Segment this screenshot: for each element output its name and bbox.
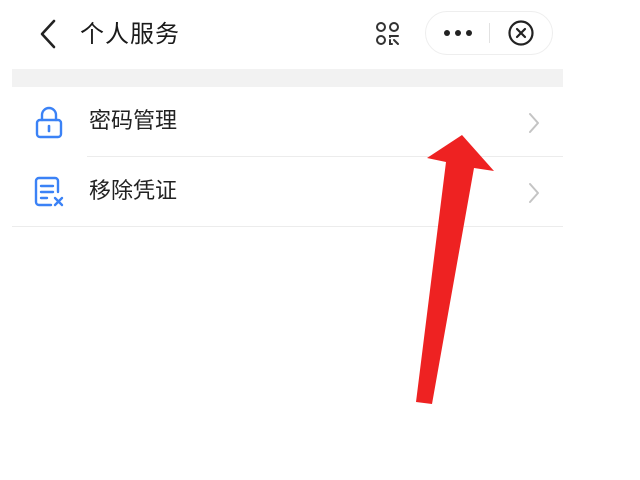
list-item-label: 密码管理	[89, 109, 178, 134]
list-item-remove-credential[interactable]: 移除凭证	[12, 157, 563, 227]
page: 个人服务 密码管理 移除凭证	[0, 0, 640, 480]
more-dots-icon	[444, 30, 472, 36]
more-button[interactable]	[426, 12, 490, 54]
list-item-label: 移除凭证	[89, 179, 178, 204]
list-item-password-management[interactable]: 密码管理	[12, 87, 563, 157]
mini-program-capsule	[425, 11, 553, 55]
back-chevron-icon	[40, 19, 56, 49]
service-list: 密码管理 移除凭证	[12, 87, 563, 227]
lock-icon	[32, 105, 66, 139]
header-bar: 个人服务	[0, 0, 563, 68]
close-circle-icon	[508, 20, 534, 46]
page-title: 个人服务	[80, 20, 180, 48]
scan-icon	[376, 22, 399, 45]
chevron-right-icon	[527, 182, 541, 204]
remove-credential-icon	[32, 175, 66, 209]
section-separator	[12, 69, 563, 87]
close-button[interactable]	[490, 12, 552, 54]
back-button[interactable]	[30, 14, 66, 54]
scan-button[interactable]	[366, 14, 410, 54]
chevron-right-icon	[527, 112, 541, 134]
row-divider	[12, 226, 563, 227]
